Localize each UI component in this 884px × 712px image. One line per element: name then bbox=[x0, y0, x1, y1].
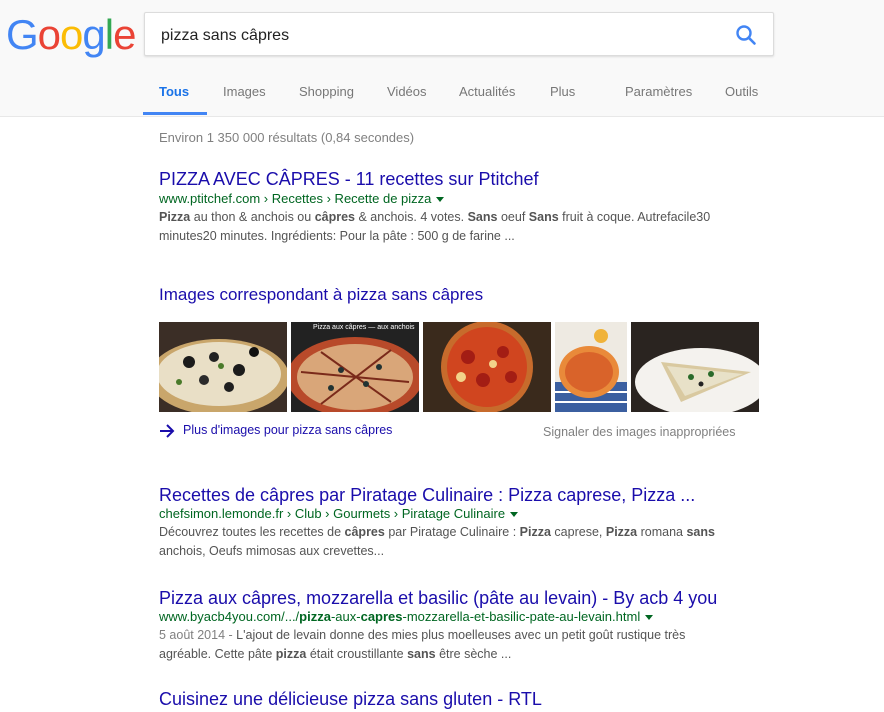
more-images-label: Plus d'images pour pizza sans câpres bbox=[183, 423, 393, 437]
result-url-2[interactable]: chefsimon.lemonde.fr › Club › Gourmets ›… bbox=[159, 506, 519, 521]
report-images-link[interactable]: Signaler des images inappropriées bbox=[543, 425, 735, 439]
tab-outils[interactable]: Outils bbox=[725, 84, 758, 99]
arrow-right-icon bbox=[160, 423, 175, 438]
tab-images[interactable]: Images bbox=[223, 84, 266, 99]
search-icon bbox=[736, 25, 756, 45]
result-url-1[interactable]: www.ptitchef.com › Recettes › Recette de… bbox=[159, 191, 445, 206]
search-tabs: Tous Images Shopping Vidéos Actualités P… bbox=[0, 70, 884, 116]
result-stats: Environ 1 350 000 résultats (0,84 second… bbox=[159, 130, 415, 145]
image-thumbnail-2[interactable]: Pizza aux câpres — aux anchois bbox=[291, 322, 419, 412]
thumbnail-caption: Pizza aux câpres — aux anchois bbox=[313, 324, 415, 331]
pizza-thumbnail-image bbox=[159, 322, 287, 412]
search-button[interactable] bbox=[735, 24, 757, 46]
result-date: 5 août 2014 - bbox=[159, 628, 233, 642]
tab-plus[interactable]: Plus bbox=[550, 84, 575, 99]
logo-letter: l bbox=[104, 11, 114, 58]
tab-shopping[interactable]: Shopping bbox=[299, 84, 354, 99]
tab-parametres[interactable]: Paramètres bbox=[625, 84, 692, 99]
logo-letter: e bbox=[113, 11, 136, 58]
logo-letter: o bbox=[37, 11, 61, 58]
image-thumbnail-5[interactable] bbox=[631, 322, 759, 412]
images-section-header[interactable]: Images correspondant à pizza sans câpres bbox=[159, 285, 483, 305]
tab-tous[interactable]: Tous bbox=[159, 84, 189, 99]
chevron-down-icon[interactable] bbox=[510, 512, 519, 518]
tab-actualites[interactable]: Actualités bbox=[459, 84, 515, 99]
search-input[interactable] bbox=[159, 23, 723, 49]
result-url-3[interactable]: www.byacb4you.com/.../pizza-aux-capres-m… bbox=[159, 609, 654, 624]
pizza-thumbnail-image bbox=[555, 322, 627, 412]
image-thumbnail-4[interactable] bbox=[555, 322, 627, 412]
logo-letter: g bbox=[82, 11, 105, 58]
result-title-1[interactable]: PIZZA AVEC CÂPRES - 11 recettes sur Ptit… bbox=[159, 169, 538, 190]
result-title-3[interactable]: Pizza aux câpres, mozzarella et basilic … bbox=[159, 588, 717, 609]
logo-letter: G bbox=[6, 11, 39, 58]
logo-letter: o bbox=[60, 11, 83, 58]
result-title-2[interactable]: Recettes de câpres par Piratage Culinair… bbox=[159, 485, 695, 506]
active-tab-indicator bbox=[143, 112, 207, 115]
search-box[interactable] bbox=[144, 12, 774, 56]
tab-videos[interactable]: Vidéos bbox=[387, 84, 427, 99]
image-thumbnail-3[interactable] bbox=[423, 322, 551, 412]
image-thumbnail-1[interactable] bbox=[159, 322, 287, 412]
pizza-thumbnail-image bbox=[291, 322, 419, 412]
pizza-thumbnail-image bbox=[423, 322, 551, 412]
google-logo[interactable]: Google bbox=[6, 10, 136, 60]
result-snippet-1: Pizza au thon & anchois ou câpres & anch… bbox=[159, 210, 711, 243]
pizza-thumbnail-image bbox=[631, 322, 759, 412]
chevron-down-icon[interactable] bbox=[645, 615, 654, 621]
result-title-4[interactable]: Cuisinez une délicieuse pizza sans glute… bbox=[159, 689, 542, 710]
result-url-text: www.ptitchef.com › Recettes › Recette de… bbox=[159, 191, 432, 206]
result-url-text: chefsimon.lemonde.fr › Club › Gourmets ›… bbox=[159, 506, 506, 521]
result-snippet-2: Découvrez toutes les recettes de câpres … bbox=[159, 525, 715, 558]
header-bar: Google Tous Images Shopping Vidéos Actua… bbox=[0, 0, 884, 117]
more-images-link[interactable]: Plus d'images pour pizza sans câpres bbox=[159, 423, 392, 438]
result-snippet-3: 5 août 2014 - L'ajout de levain donne de… bbox=[159, 628, 686, 661]
chevron-down-icon[interactable] bbox=[436, 197, 445, 203]
